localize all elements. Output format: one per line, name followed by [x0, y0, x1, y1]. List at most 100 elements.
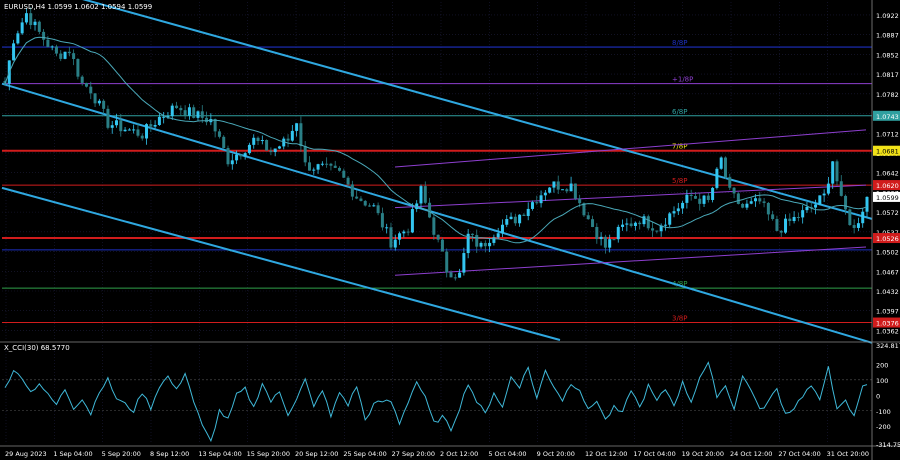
- candle-body: [449, 272, 453, 278]
- price-tick-label: 1.0362: [876, 327, 899, 335]
- candle-body: [638, 222, 642, 225]
- candle-body: [299, 123, 303, 147]
- candle-body: [741, 203, 745, 208]
- candle-body: [389, 227, 393, 248]
- candle-body: [565, 189, 569, 192]
- candle-body: [835, 161, 839, 182]
- candle-body: [325, 163, 329, 165]
- chart-canvas: 8/8P+1/8P6/8P7/8P5/8P4/8P3/8P 1.09221.08…: [0, 0, 900, 460]
- candle-body: [822, 193, 826, 196]
- time-tick-label: 5 Oct 04:00: [488, 450, 526, 458]
- candle-body: [243, 153, 247, 157]
- candle-body: [110, 125, 114, 128]
- candle-body: [385, 227, 389, 229]
- price-tick-label: 1.0642: [876, 170, 899, 178]
- candle-body: [162, 116, 166, 118]
- candle-body: [771, 214, 775, 220]
- candle-body: [175, 105, 179, 109]
- candle-body: [145, 124, 149, 139]
- candle-body: [269, 150, 273, 153]
- candle-body: [655, 230, 659, 232]
- candle-body: [753, 198, 757, 202]
- candle-body: [865, 196, 869, 212]
- candle-body: [693, 196, 697, 199]
- candle-body: [616, 226, 620, 240]
- candle-body: [668, 213, 672, 225]
- candle-body: [805, 206, 809, 211]
- candle-body: [856, 223, 860, 228]
- price-tick-label: 1.0467: [876, 268, 899, 276]
- trading-chart[interactable]: 8/8P +1/8P 6/8P 7/8P 5/8P 4/8P 3/8P 1.0922 1.08…: [0, 0, 900, 460]
- candle-body: [732, 187, 736, 194]
- candle-body: [89, 86, 93, 94]
- candle-body: [462, 253, 466, 273]
- candle-body: [46, 39, 50, 47]
- candle-body: [509, 216, 513, 220]
- candle-body: [338, 167, 342, 171]
- candle-body: [513, 216, 517, 224]
- candle-body: [59, 53, 63, 59]
- candle-body: [505, 219, 509, 225]
- murrey-label: 3/8P: [672, 315, 688, 323]
- cci-title: X_CCI(30) 68.5770: [4, 344, 70, 352]
- time-tick-label: 13 Sep 04:00: [198, 450, 241, 458]
- candle-body: [80, 76, 84, 83]
- candle-body: [256, 137, 260, 142]
- candle-body: [97, 100, 101, 104]
- price-tick-label: 1.0817: [876, 71, 899, 79]
- candle-body: [672, 211, 676, 214]
- price-label-text: 1.0526: [876, 235, 899, 243]
- candle-body: [205, 117, 209, 123]
- candle-body: [702, 195, 706, 204]
- price-tick-label: 1.0572: [876, 209, 899, 217]
- candle-body: [818, 195, 822, 205]
- candle-body: [200, 111, 204, 118]
- candle-body: [33, 21, 37, 26]
- candle-body: [488, 242, 492, 247]
- candle-body: [106, 108, 110, 128]
- candle-body: [63, 51, 67, 59]
- candle-body: [612, 239, 616, 241]
- price-label-text: 1.0681: [876, 148, 899, 156]
- candle-body: [629, 223, 633, 226]
- candle-body: [115, 120, 119, 126]
- price-tick-label: 1.0887: [876, 32, 899, 40]
- murrey-label: 6/8P: [672, 108, 688, 116]
- candle-body: [436, 234, 440, 240]
- price-tick-label: 1.0712: [876, 130, 899, 138]
- candle-body: [93, 93, 97, 104]
- candle-body: [595, 226, 599, 240]
- candle-body: [749, 201, 753, 204]
- time-tick-label: 2 Oct 12:00: [440, 450, 478, 458]
- cci-tick-label: -314.7588: [876, 441, 900, 449]
- candle-body: [621, 224, 625, 227]
- candle-body: [350, 184, 354, 197]
- candle-body: [428, 202, 432, 218]
- candle-body: [222, 136, 226, 148]
- candle-body: [681, 202, 685, 209]
- candle-body: [852, 225, 856, 228]
- candle-body: [561, 189, 565, 191]
- candle-body: [848, 209, 852, 226]
- candle-body: [419, 186, 423, 204]
- candle-body: [496, 233, 500, 238]
- candle-body: [723, 157, 727, 178]
- candle-body: [475, 234, 479, 247]
- chart-title: EURUSD,H4 1.0599 1.0602 1.0594 1.0599: [4, 3, 152, 11]
- price-label-text: 1.0743: [876, 113, 899, 121]
- candle-body: [689, 194, 693, 197]
- candle-body: [625, 223, 629, 225]
- candle-body: [320, 163, 324, 165]
- cci-tick-label: -200: [876, 423, 891, 431]
- candle-body: [316, 164, 320, 170]
- candle-body: [603, 236, 607, 248]
- time-tick-label: 20 Sep 12:00: [295, 450, 338, 458]
- price-label-text: 1.0599: [876, 194, 899, 202]
- time-tick-label: 25 Sep 04:00: [343, 450, 386, 458]
- candle-body: [573, 183, 577, 199]
- candle-body: [187, 107, 191, 116]
- price-tick-label: 1.0397: [876, 308, 899, 316]
- candle-body: [578, 198, 582, 204]
- candle-body: [715, 168, 719, 188]
- candle-body: [67, 51, 71, 54]
